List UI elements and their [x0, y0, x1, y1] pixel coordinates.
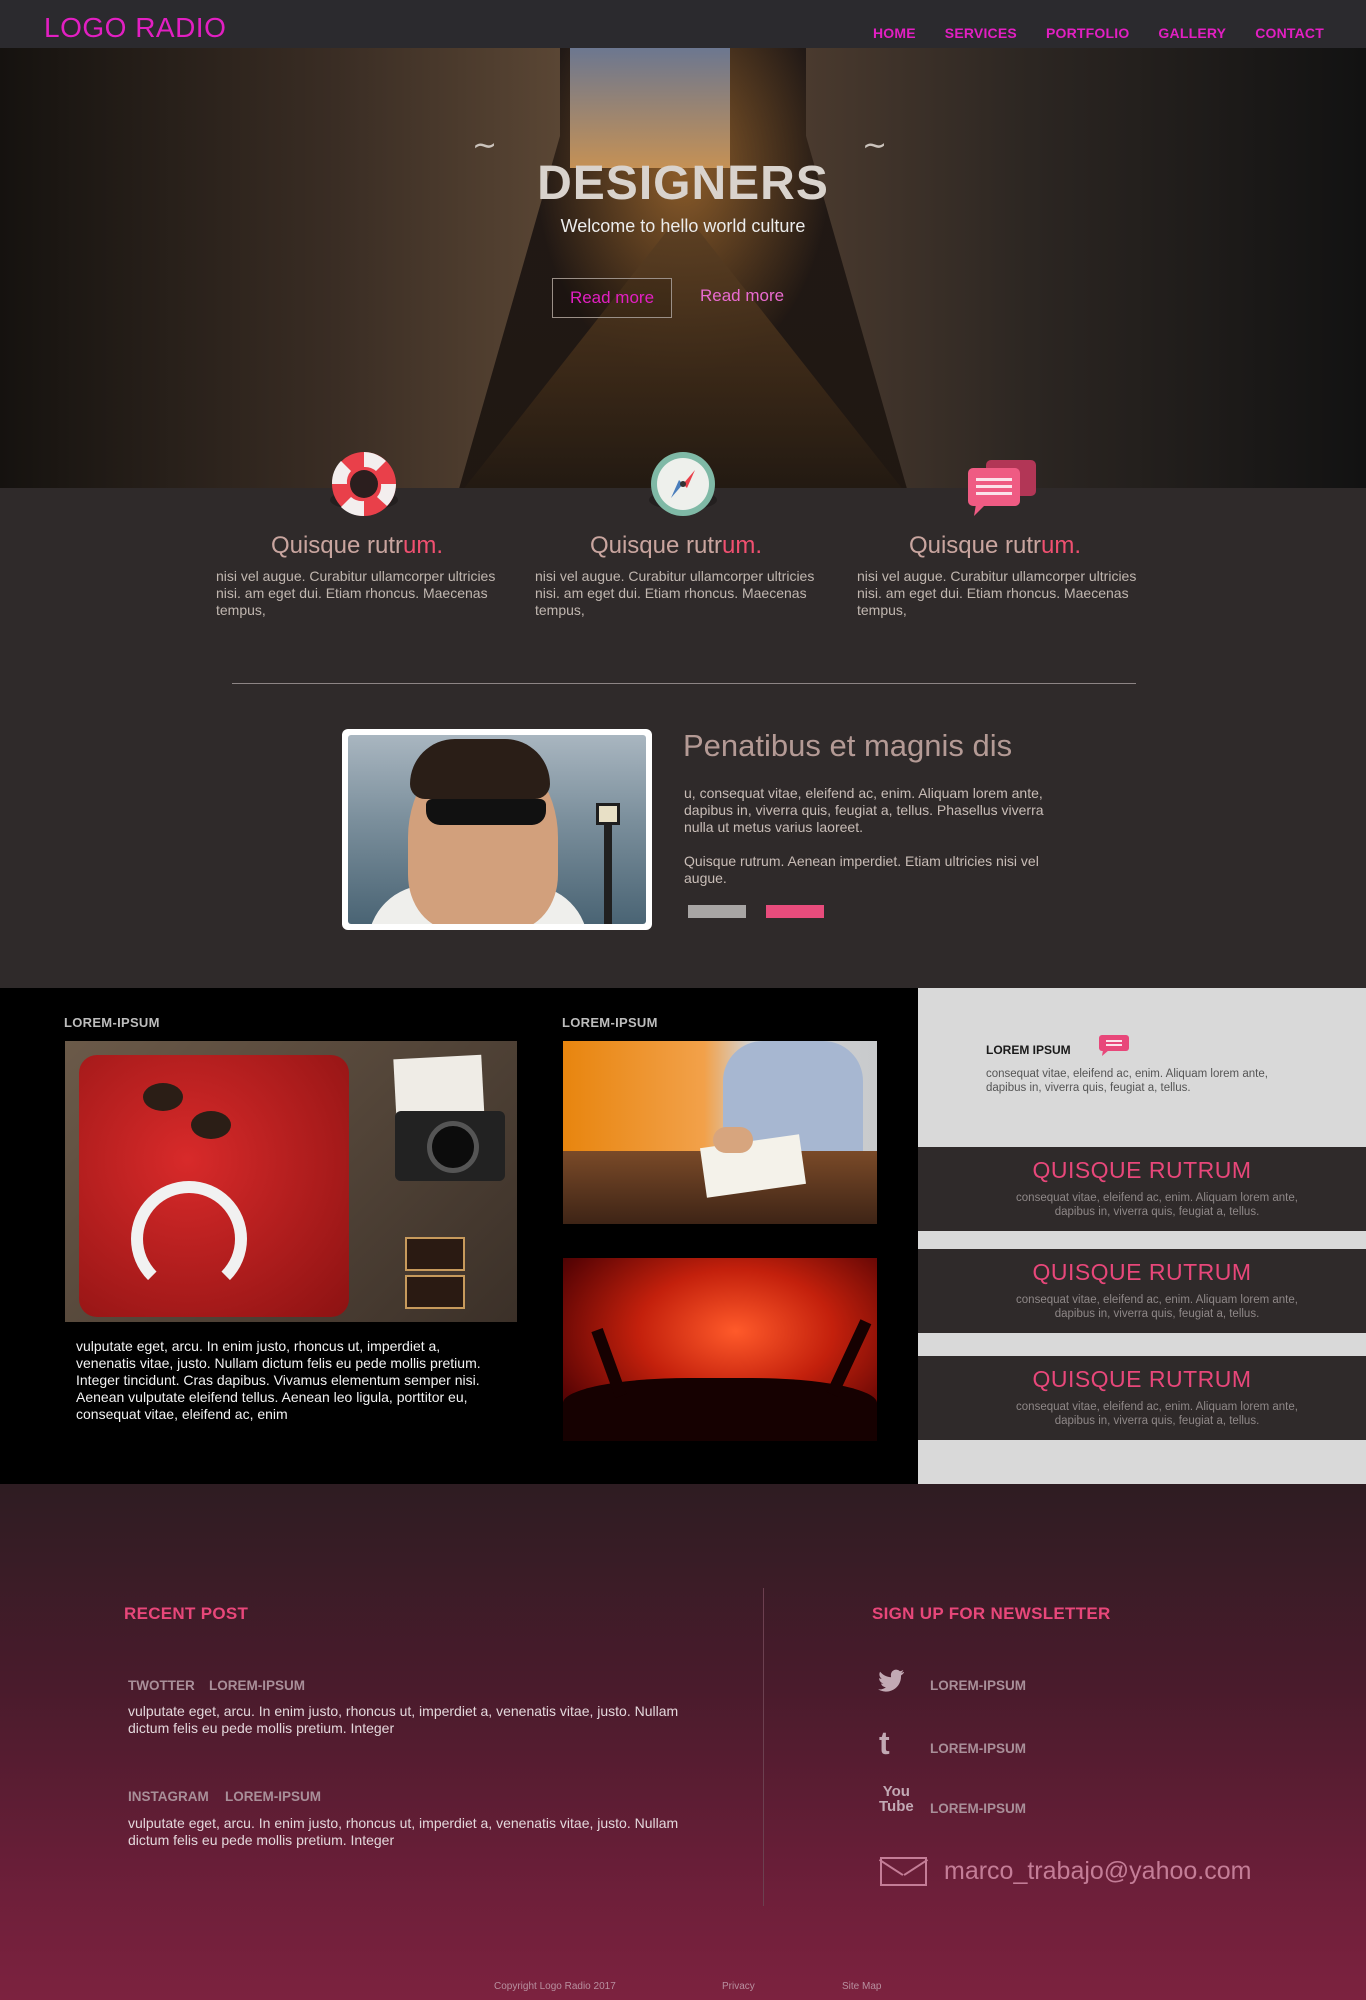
compass-icon [649, 452, 717, 516]
nav-gallery[interactable]: GALLERY [1158, 25, 1226, 41]
nav-services[interactable]: SERVICES [945, 25, 1017, 41]
post-source-1[interactable]: TWOTTER [128, 1678, 195, 1693]
top-nav: LOGO RADIO HOME SERVICES PORTFOLIO GALLE… [0, 0, 1366, 48]
sidebar-card-title: QUISQUE RUTRUM [1032, 1259, 1252, 1285]
feature-text-3: nisi vel augue. Curabitur ullamcorper ul… [857, 568, 1137, 618]
sidebar-card-2[interactable]: QUISQUE RUTRUM consequat vitae, eleifend… [918, 1249, 1366, 1333]
writer-image[interactable] [563, 1041, 877, 1224]
footer [0, 1484, 1366, 2000]
sitemap-link[interactable]: Site Map [842, 1981, 881, 1992]
sidebar-card-text: consequat vitae, eleifend ac, enim. Aliq… [1016, 1192, 1298, 1218]
twitter-icon[interactable] [876, 1668, 906, 1694]
site-logo[interactable]: LOGO RADIO [44, 12, 226, 44]
read-more-link[interactable]: Read more [700, 286, 784, 306]
gallery-text: vulputate eget, arcu. In enim justo, rho… [76, 1338, 481, 1422]
social-label-youtube[interactable]: LOREM-IPSUM [930, 1801, 1026, 1816]
social-label-tumblr[interactable]: LOREM-IPSUM [930, 1741, 1026, 1756]
hero-buildings-left [0, 48, 560, 488]
feature-title-3: Quisque rutrum. [908, 532, 1082, 559]
chat-bubbles-icon [968, 460, 1036, 516]
hero-banner [0, 48, 1366, 488]
newsletter-heading: SIGN UP FOR NEWSLETTER [872, 1604, 1111, 1623]
hero-sky [570, 48, 730, 168]
hero-buildings-right [806, 48, 1366, 488]
feature-title-1: Quisque rutrum. [270, 532, 444, 559]
gallery-label-left: LOREM-IPSUM [64, 1015, 160, 1030]
sidebar-card-title: QUISQUE RUTRUM [1032, 1366, 1252, 1392]
youtube-icon[interactable]: You Tube [879, 1784, 914, 1814]
feature-text-1: nisi vel augue. Curabitur ullamcorper ul… [216, 568, 496, 618]
nav-home[interactable]: HOME [873, 25, 916, 41]
contact-email[interactable]: marco_trabajo@yahoo.com [944, 1857, 1251, 1886]
lifebuoy-icon [330, 452, 398, 517]
sidebar-card-3[interactable]: QUISQUE RUTRUM consequat vitae, eleifend… [918, 1356, 1366, 1440]
post-source-2[interactable]: INSTAGRAM [128, 1789, 209, 1804]
feature-title-2: Quisque rutrum. [589, 532, 763, 559]
social-label-twitter[interactable]: LOREM-IPSUM [930, 1678, 1026, 1693]
nav-portfolio[interactable]: PORTFOLIO [1046, 25, 1129, 41]
bio-paragraph-1: u, consequat vitae, eleifend ac, enim. A… [684, 785, 1044, 835]
slider-indicator-1[interactable] [688, 905, 746, 918]
hero-subtitle: Welcome to hello world culture [560, 216, 806, 236]
hero-title: DESIGNERS [537, 157, 829, 210]
post-text-2: vulputate eget, arcu. In enim justo, rho… [128, 1815, 679, 1848]
read-more-button[interactable]: Read more [552, 278, 672, 318]
envelope-icon [880, 1857, 927, 1886]
sidebar-card-text: consequat vitae, eleifend ac, enim. Aliq… [1016, 1401, 1298, 1427]
footer-divider [763, 1588, 764, 1906]
nav-contact[interactable]: CONTACT [1255, 25, 1324, 41]
concert-image[interactable] [563, 1258, 877, 1441]
chat-icon [1099, 1035, 1129, 1056]
sidebar-card-title: QUISQUE RUTRUM [1032, 1157, 1252, 1183]
profile-photo [342, 729, 652, 930]
post-text-1: vulputate eget, arcu. In enim justo, rho… [128, 1703, 679, 1736]
section-divider [232, 683, 1136, 684]
post-label-1[interactable]: LOREM-IPSUM [209, 1678, 305, 1693]
privacy-link[interactable]: Privacy [722, 1981, 755, 1992]
backpack-image[interactable] [65, 1041, 517, 1322]
sidebar-top-text: consequat vitae, eleifend ac, enim. Aliq… [986, 1068, 1268, 1094]
bio-paragraph-2: Quisque rutrum. Aenean imperdiet. Etiam … [684, 853, 1039, 886]
post-label-2[interactable]: LOREM-IPSUM [225, 1789, 321, 1804]
main-menu: HOME SERVICES PORTFOLIO GALLERY CONTACT [873, 25, 1324, 41]
bio-title: Penatibus et magnis dis [683, 728, 1013, 763]
copyright-text: Copyright Logo Radio 2017 [494, 1981, 616, 1992]
sidebar-card-1[interactable]: QUISQUE RUTRUM consequat vitae, eleifend… [918, 1147, 1366, 1231]
slider-indicator-2[interactable] [766, 905, 824, 918]
sidebar-card-text: consequat vitae, eleifend ac, enim. Aliq… [1016, 1294, 1298, 1320]
gallery-label-mid: LOREM-IPSUM [562, 1015, 658, 1030]
tumblr-icon[interactable]: t [879, 1725, 890, 1762]
sidebar-top-title: LOREM IPSUM [986, 1043, 1071, 1057]
recent-post-heading: RECENT POST [124, 1604, 249, 1623]
feature-text-2: nisi vel augue. Curabitur ullamcorper ul… [535, 568, 815, 618]
